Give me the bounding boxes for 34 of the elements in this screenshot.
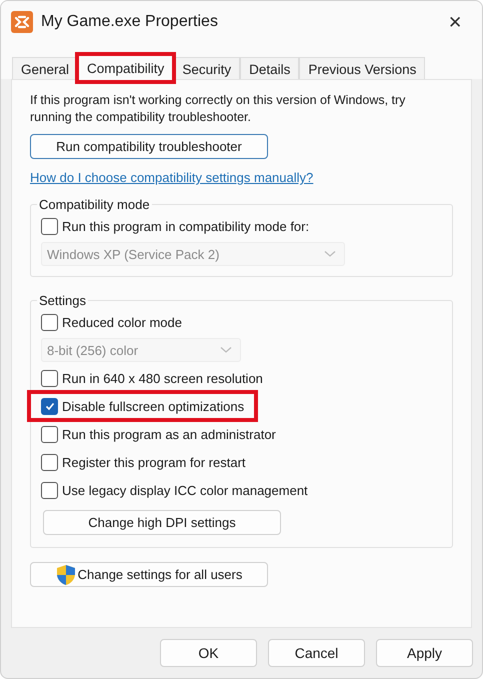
- chevron-down-icon: [324, 250, 336, 258]
- close-button[interactable]: ✕: [438, 10, 472, 34]
- checkbox[interactable]: [41, 426, 58, 442]
- shield-icon: [56, 564, 76, 586]
- checkbox[interactable]: [41, 398, 58, 414]
- dpi-settings-button[interactable]: Change high DPI settings: [43, 510, 281, 535]
- dialog-button[interactable]: Cancel: [268, 639, 365, 667]
- checkmark-icon: [44, 400, 56, 412]
- dialog-button[interactable]: OK: [160, 639, 257, 667]
- dialog-button[interactable]: Apply: [376, 639, 473, 667]
- checkbox[interactable]: [41, 370, 58, 386]
- help-link[interactable]: How do I choose compatibility settings manually?: [30, 170, 314, 185]
- checkbox-option[interactable]: Register this program for restart: [39, 450, 252, 474]
- checkbox[interactable]: [41, 454, 58, 470]
- checkbox-option[interactable]: Disable fullscreen optimizations: [31, 394, 254, 418]
- checkbox[interactable]: [41, 314, 58, 330]
- checkbox-option[interactable]: Reduced color mode: [39, 310, 188, 334]
- window-title: My Game.exe Properties: [41, 13, 219, 31]
- group-title: Compatibility mode: [38, 197, 151, 212]
- tab[interactable]: Previous Versions: [299, 57, 426, 81]
- checkbox-option[interactable]: Run this program as an administrator: [39, 422, 282, 446]
- tab[interactable]: Compatibility: [78, 55, 174, 81]
- chevron-down-icon: [220, 346, 232, 354]
- checkbox[interactable]: [41, 482, 58, 498]
- checkbox-option[interactable]: Run in 640 x 480 screen resolution: [39, 366, 269, 390]
- tab[interactable]: Details: [240, 57, 300, 81]
- group-title: Settings: [38, 293, 87, 308]
- intro-text: If this program isn't working correctly on this version of Windows, try running the compatibility troubleshooter.: [30, 92, 406, 126]
- troubleshooter-button[interactable]: Run compatibility troubleshooter: [30, 134, 268, 159]
- checkbox[interactable]: [41, 218, 58, 234]
- checkbox-option[interactable]: Run this program in compatibility mode for:: [39, 214, 316, 238]
- checkbox-option[interactable]: Use legacy display ICC color management: [39, 478, 314, 502]
- all-users-button[interactable]: Change settings for all users: [30, 562, 268, 587]
- app-icon: [11, 11, 33, 33]
